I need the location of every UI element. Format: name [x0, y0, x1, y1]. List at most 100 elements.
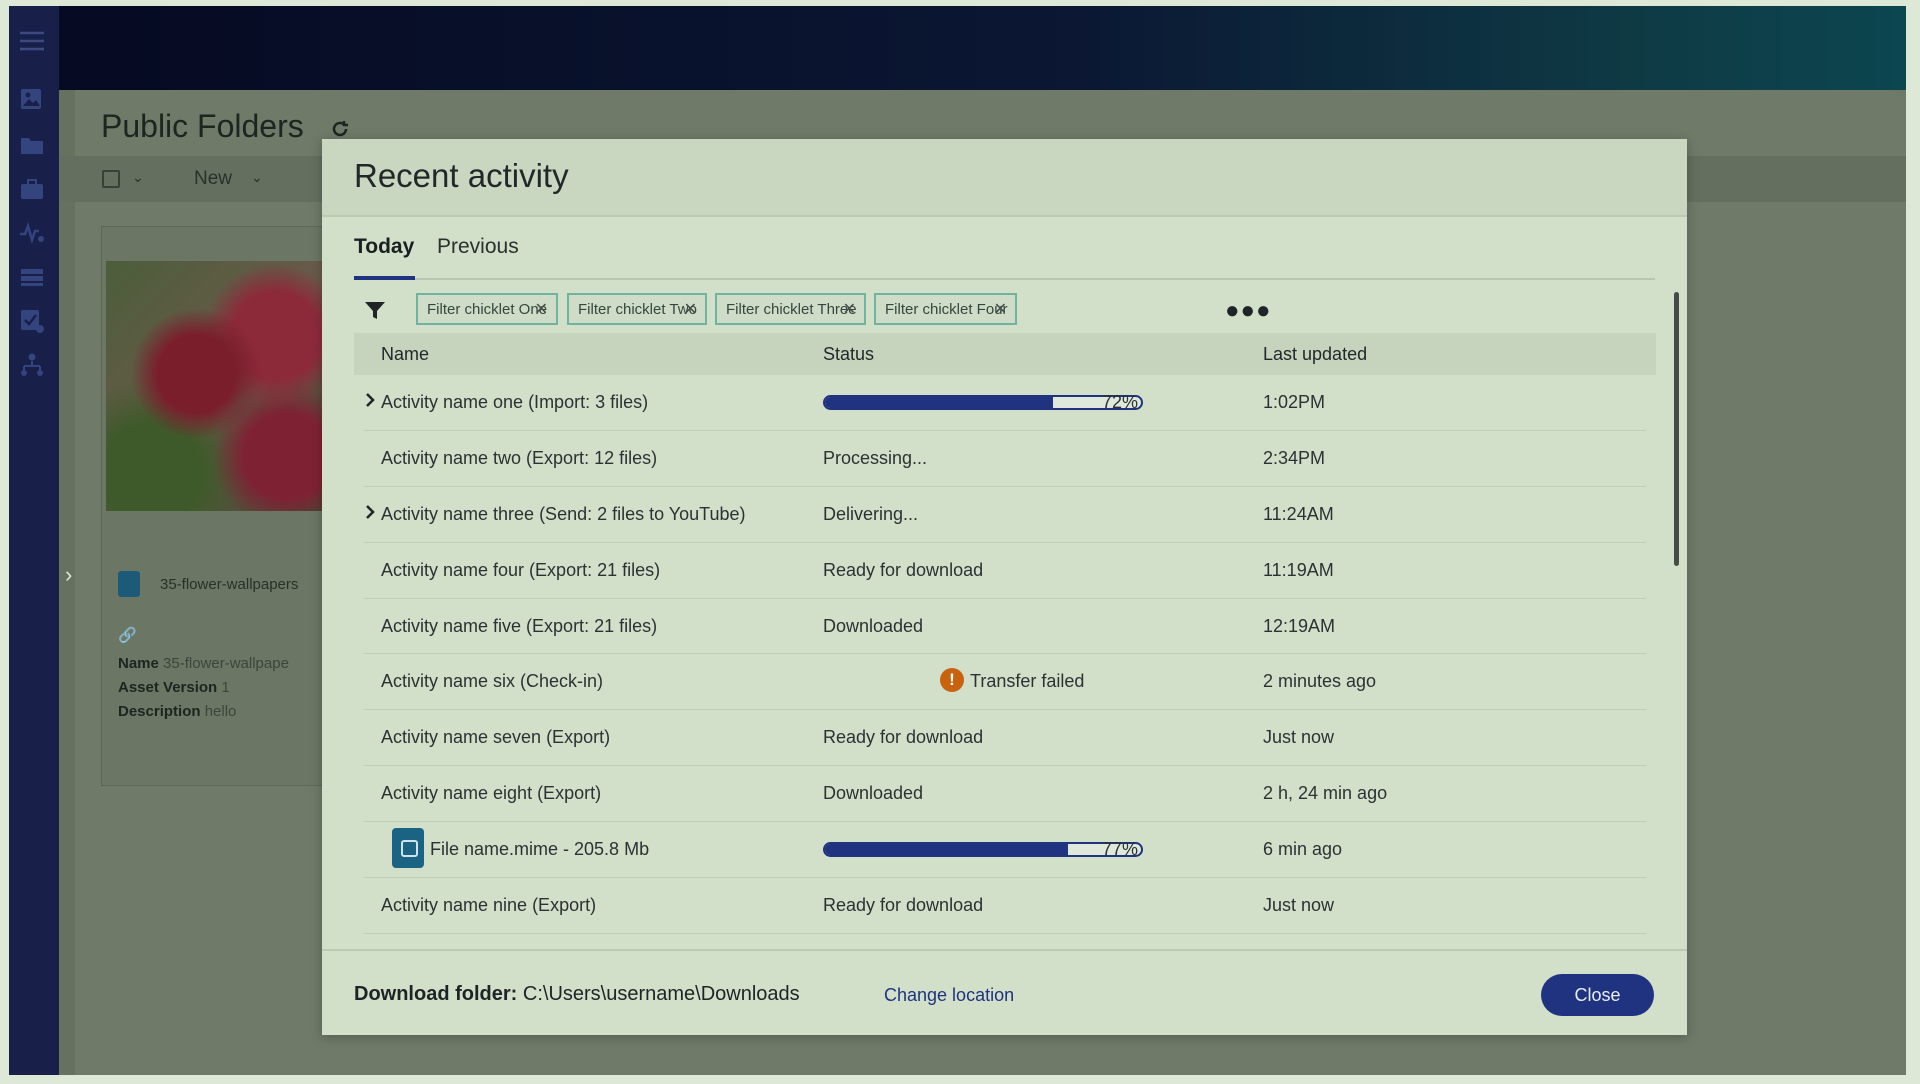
- dialog-title: Recent activity: [354, 157, 569, 194]
- expand-panel-chevron-icon[interactable]: ›: [65, 562, 72, 588]
- close-icon[interactable]: ✕: [994, 299, 1007, 319]
- task-check-icon[interactable]: [17, 306, 47, 336]
- status-text: Ready for download: [823, 895, 984, 916]
- dialog-footer: Download folder: C:\Users\username\Downl…: [322, 949, 1687, 1035]
- change-location-link[interactable]: Change location: [884, 985, 1014, 1006]
- storage-icon[interactable]: [17, 262, 47, 292]
- table-row[interactable]: Activity name four (Export: 21 files) Rea…: [364, 543, 1646, 599]
- file-icon: [118, 571, 140, 597]
- status-text: Transfer failed: [970, 671, 1085, 692]
- progress-fill: [825, 397, 1053, 408]
- tab-previous[interactable]: Previous: [437, 235, 519, 269]
- folder-icon[interactable]: [17, 130, 47, 160]
- table-header: Name Status Last updated: [354, 333, 1656, 375]
- status-text: Delivering...: [823, 503, 919, 524]
- more-options-icon[interactable]: ●●●: [1225, 297, 1272, 325]
- download-folder-path: C:\Users\username\Downloads: [522, 983, 800, 1005]
- recent-activity-dialog: Recent activity Today Previous Filter ch…: [322, 139, 1687, 1035]
- filter-chip[interactable]: Filter chicklet Four ✕: [874, 293, 1017, 325]
- table-body: Activity name one (Import: 3 files) 72% 1:…: [354, 375, 1656, 934]
- dialog-header: Recent activity: [322, 139, 1687, 217]
- status-text: Processing...: [823, 447, 928, 468]
- table-row[interactable]: Activity name three (Send: 2 files to Yo…: [364, 487, 1646, 543]
- activity-name: Activity name seven (Export): [381, 727, 611, 748]
- warning-icon: !: [940, 668, 964, 693]
- last-updated: Just now: [1263, 895, 1335, 916]
- close-icon[interactable]: ✕: [684, 299, 697, 319]
- activity-name: Activity name three (Send: 2 files to Yo…: [381, 503, 746, 524]
- table-row[interactable]: Activity name eight (Export) Downloaded 2 …: [364, 766, 1646, 823]
- filter-chip[interactable]: Filter chicklet Two ✕: [567, 293, 707, 325]
- activity-name: Activity name eight (Export): [381, 783, 602, 804]
- activity-name: File name.mime - 205.8 Mb: [430, 839, 650, 860]
- left-rail: [9, 6, 59, 1075]
- activity-table: Name Status Last updated Activity name o…: [354, 333, 1656, 934]
- page-title: Public Folders: [101, 108, 304, 144]
- scrollbar[interactable]: [1674, 292, 1679, 566]
- app-window: Public Folders ⌄ New ⌄ 35-flower-wallpap…: [9, 6, 1906, 1075]
- refresh-icon[interactable]: [329, 118, 351, 140]
- column-header-name[interactable]: Name: [381, 344, 429, 365]
- tab-today[interactable]: Today: [354, 235, 414, 269]
- filter-chip-label: Filter chicklet Three: [726, 300, 857, 318]
- link-icon: 🔗: [118, 627, 137, 644]
- filter-icon[interactable]: [364, 299, 386, 321]
- top-bar: [59, 6, 1906, 90]
- activity-name: Activity name six (Check-in): [381, 671, 604, 692]
- briefcase-icon[interactable]: [17, 174, 47, 204]
- last-updated: 2 minutes ago: [1263, 671, 1377, 692]
- last-updated: Just now: [1263, 727, 1335, 748]
- activity-icon[interactable]: [17, 218, 47, 248]
- table-row[interactable]: Activity name six (Check-in)! Transfer fa…: [364, 654, 1646, 711]
- status-text: Downloaded: [823, 783, 924, 804]
- chevron-right-icon[interactable]: [362, 502, 378, 522]
- chevron-down-icon[interactable]: ⌄: [251, 169, 263, 186]
- asset-thumbnail: [106, 261, 332, 511]
- column-header-status[interactable]: Status: [823, 344, 874, 365]
- last-updated: 12:19AM: [1263, 615, 1336, 636]
- close-button[interactable]: Close: [1541, 974, 1654, 1016]
- activity-name: Activity name two (Export: 12 files): [381, 447, 658, 468]
- last-updated: 6 min ago: [1263, 839, 1343, 860]
- table-row[interactable]: Activity name one (Import: 3 files) 72% 1:…: [364, 375, 1646, 431]
- filter-chip[interactable]: Filter chicklet One ✕: [416, 293, 558, 325]
- status-text: Ready for download: [823, 559, 984, 580]
- table-row[interactable]: File name.mime - 205.8 Mb 77% 6 min ago: [364, 822, 1646, 879]
- table-row[interactable]: Activity name five (Export: 21 files) Dow…: [364, 599, 1646, 655]
- select-all-checkbox[interactable]: [102, 170, 120, 188]
- filter-chip-label: Filter chicklet Two: [578, 300, 697, 318]
- status-text: Downloaded: [823, 615, 924, 636]
- progress-fill: [825, 844, 1069, 856]
- file-icon: [392, 828, 424, 869]
- hamburger-menu-icon[interactable]: [17, 26, 47, 56]
- filter-bar: Filter chicklet One ✕ Filter chicklet Two…: [354, 291, 1655, 327]
- image-icon[interactable]: [17, 84, 47, 114]
- last-updated: 2 h, 24 min ago: [1263, 783, 1388, 804]
- new-button[interactable]: New: [194, 168, 232, 190]
- last-updated: 2:34PM: [1263, 447, 1326, 468]
- activity-name: Activity name five (Export: 21 files): [381, 615, 658, 636]
- table-row[interactable]: Activity name nine (Export) Ready for dow…: [364, 878, 1646, 934]
- chevron-down-icon[interactable]: ⌄: [132, 169, 144, 186]
- asset-name-row: Name 35-flower-wallpape: [118, 655, 289, 672]
- last-updated: 11:19AM: [1263, 559, 1334, 580]
- close-icon[interactable]: ✕: [535, 299, 548, 319]
- download-folder-label: Download folder:: [354, 983, 518, 1005]
- status-text: Ready for download: [823, 727, 984, 748]
- column-header-last-updated[interactable]: Last updated: [1263, 344, 1367, 365]
- close-icon[interactable]: ✕: [843, 299, 856, 319]
- chevron-right-icon[interactable]: [362, 390, 378, 410]
- hierarchy-icon[interactable]: [17, 350, 47, 380]
- download-folder: Download folder: C:\Users\username\Downl…: [354, 983, 800, 1006]
- table-row[interactable]: Activity name seven (Export) Ready for do…: [364, 710, 1646, 767]
- activity-name: Activity name nine (Export): [381, 895, 597, 916]
- last-updated: 11:24AM: [1263, 503, 1334, 524]
- activity-name: Activity name four (Export: 21 files): [381, 559, 661, 580]
- progress-percent: 72%: [1102, 392, 1139, 412]
- asset-file-name: 35-flower-wallpapers: [160, 576, 299, 593]
- filter-chip-label: Filter chicklet Four: [885, 300, 1008, 318]
- asset-card[interactable]: 35-flower-wallpapers 🔗 Name 35-flower-wa…: [101, 226, 332, 786]
- filter-chip[interactable]: Filter chicklet Three ✕: [715, 293, 866, 325]
- table-row[interactable]: Activity name two (Export: 12 files) Proc…: [364, 431, 1646, 487]
- progress-bar: [823, 842, 1143, 858]
